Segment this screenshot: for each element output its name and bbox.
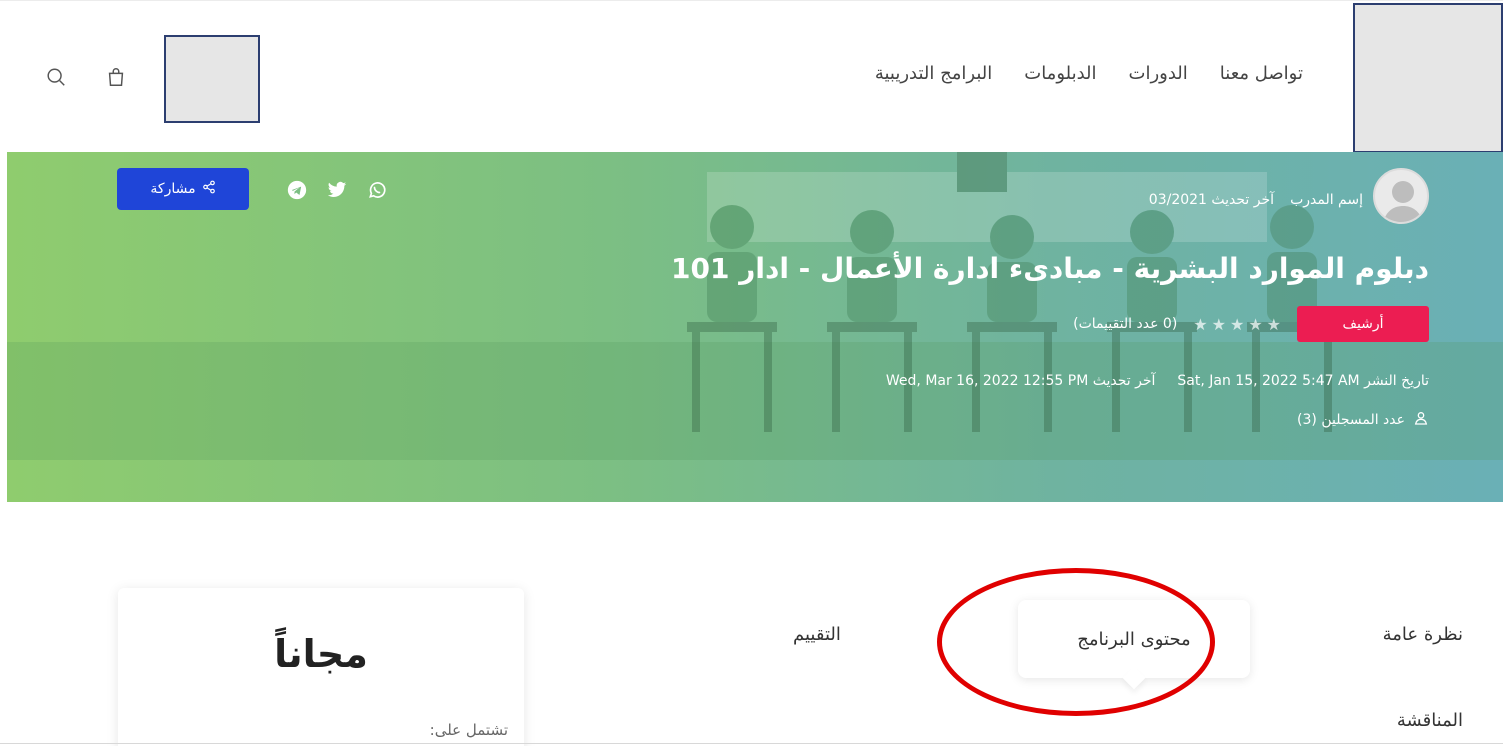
telegram-icon[interactable] xyxy=(287,180,307,200)
star-icon: ★ xyxy=(1266,314,1281,334)
main-nav: البرامج التدريبية الدبلومات الدورات تواص… xyxy=(875,63,1303,84)
shopping-bag-icon[interactable] xyxy=(102,63,130,91)
course-title: دبلوم الموارد البشرية - مبادىء ادارة الأ… xyxy=(671,252,1429,285)
published-date: Sat, Jan 15, 2022 5:47 AM xyxy=(1177,373,1360,389)
share-icon xyxy=(202,180,216,198)
trainer-avatar xyxy=(1373,168,1429,224)
enrolled-count: عدد المسجلين (3) xyxy=(1297,412,1405,428)
annotation-circle xyxy=(937,568,1215,716)
nav-contact[interactable]: تواصل معنا xyxy=(1220,63,1303,84)
star-icon: ★ xyxy=(1229,314,1245,334)
secondary-logo-placeholder[interactable] xyxy=(164,35,260,123)
star-icon: ★ xyxy=(1211,314,1226,334)
nav-courses[interactable]: الدورات xyxy=(1129,63,1188,84)
last-update-short: آخر تحديث 03/2021 xyxy=(1148,192,1275,208)
price-label: مجاناً xyxy=(274,632,368,676)
includes-label: تشتمل على: xyxy=(429,721,508,739)
trainer-meta: إسم المدرب آخر تحديث 03/2021 xyxy=(1149,192,1363,208)
star-icon: ★ xyxy=(1193,314,1208,334)
twitter-icon[interactable] xyxy=(327,180,347,200)
nav-training-programs[interactable]: البرامج التدريبية xyxy=(875,63,992,84)
search-icon[interactable] xyxy=(42,63,70,91)
tab-overview[interactable]: نظرة عامة xyxy=(1383,624,1463,645)
rating-stars: ★ ★ ★ ★ ★ xyxy=(1193,315,1281,334)
star-icon: ★ xyxy=(1248,314,1263,334)
rating-count: (0 عدد التقييمات) xyxy=(1073,316,1178,332)
rating-row: أرشيف ★ ★ ★ ★ ★ (0 عدد التقييمات) xyxy=(1073,306,1429,342)
nav-diplomas[interactable]: الدبلومات xyxy=(1024,63,1096,84)
published-label: تاريخ النشر xyxy=(1364,373,1429,389)
trainer-name[interactable]: إسم المدرب xyxy=(1290,192,1363,208)
whatsapp-icon[interactable] xyxy=(367,180,387,200)
enrolled-count-row: عدد المسجلين (3) xyxy=(1297,410,1429,430)
social-links xyxy=(287,180,387,200)
course-dates: تاريخ النشر Sat, Jan 15, 2022 5:47 AM آخ… xyxy=(886,373,1429,389)
share-label: مشاركة xyxy=(150,181,196,197)
share-button[interactable]: مشاركة xyxy=(117,168,249,210)
price-card: مجاناً تشتمل على: xyxy=(118,588,524,746)
divider xyxy=(0,743,1503,744)
updated-date: Wed, Mar 16, 2022 12:55 PM xyxy=(885,373,1089,389)
tab-rating[interactable]: التقييم xyxy=(793,624,841,645)
user-icon xyxy=(1413,410,1429,430)
course-hero: مشاركة إسم المدرب آخر تحديث 03/2021 دبلو… xyxy=(7,152,1503,502)
tab-discussion[interactable]: المناقشة xyxy=(1397,710,1463,731)
site-header: البرامج التدريبية الدبلومات الدورات تواص… xyxy=(0,0,1503,153)
logo-placeholder[interactable] xyxy=(1353,3,1503,153)
updated-label: آخر تحديث xyxy=(1092,373,1156,389)
archive-badge[interactable]: أرشيف xyxy=(1297,306,1429,342)
